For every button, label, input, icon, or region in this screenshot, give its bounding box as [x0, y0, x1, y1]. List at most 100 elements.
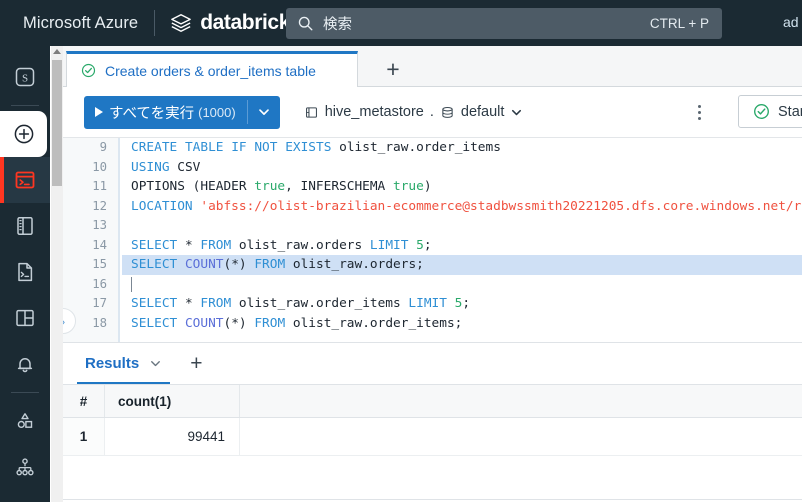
catalog-name: hive_metastore: [324, 104, 424, 120]
code-line-text: USING CSV: [122, 158, 200, 178]
code-line[interactable]: CREATE TABLE IF NOT EXISTS olist_raw.ord…: [122, 138, 802, 158]
code-token: (HEADER: [184, 179, 255, 194]
warehouse-selector-button[interactable]: Start: [738, 95, 802, 128]
code-token: COUNT: [184, 315, 224, 331]
bell-icon: [17, 358, 33, 373]
line-number: 14: [92, 237, 107, 252]
search-placeholder: 検索: [323, 17, 352, 33]
code-token: *: [231, 315, 239, 331]
code-token: LIMIT: [369, 237, 409, 253]
code-token: 'abfss://olist-brazilian-ecommerce@stadb…: [200, 198, 802, 214]
line-number: 9: [99, 140, 107, 154]
code-content[interactable]: CREATE TABLE IF NOT EXISTS olist_raw.ord…: [122, 138, 802, 342]
code-line[interactable]: SELECT COUNT(*) FROM olist_raw.orders;: [122, 255, 802, 275]
column-header-index[interactable]: #: [63, 385, 104, 417]
warehouse-label: Start: [778, 103, 802, 120]
code-token: COUNT: [184, 257, 224, 272]
more-options-button[interactable]: [688, 100, 710, 124]
code-line-text: CREATE TABLE IF NOT EXISTS olist_raw.ord…: [122, 138, 501, 158]
row-index-cell: 1: [63, 418, 104, 455]
sidebar-item-alerts[interactable]: [0, 341, 50, 387]
run-options-dropdown[interactable]: [248, 96, 280, 129]
code-line[interactable]: OPTIONS (HEADER true, INFERSCHEMA true): [122, 177, 802, 197]
workflow-tree-icon: [16, 458, 34, 476]
brand-divider: [154, 10, 156, 36]
code-line[interactable]: SELECT COUNT(*) FROM olist_raw.order_ite…: [122, 314, 802, 334]
azure-brand-label[interactable]: Microsoft Azure: [23, 14, 138, 33]
sidebar-item-workspace[interactable]: S: [0, 54, 50, 100]
code-line-text: OPTIONS (HEADER true, INFERSCHEMA true): [122, 177, 432, 197]
code-token: olist_raw.order_items;: [285, 315, 463, 331]
check-circle-icon: [81, 63, 96, 78]
code-token: 5: [416, 237, 424, 253]
code-token: ;: [462, 296, 471, 311]
database-icon: [442, 106, 453, 118]
code-token: IF: [231, 140, 247, 155]
tab-create-orders-table[interactable]: Create orders & order_items table: [66, 51, 358, 87]
code-token: true: [254, 179, 286, 194]
search-icon: [298, 16, 313, 31]
databricks-logo[interactable]: databricks: [170, 11, 302, 35]
code-token: true: [392, 179, 424, 194]
sidebar-divider-2: [11, 392, 39, 393]
code-token: , INFERSCHEMA: [285, 179, 393, 194]
line-number: 12: [92, 198, 107, 213]
chevron-down-icon[interactable]: [149, 357, 162, 370]
code-line[interactable]: [122, 216, 802, 236]
code-line[interactable]: USING CSV: [122, 158, 802, 178]
sidebar-item-sql-editor[interactable]: [0, 157, 50, 203]
sql-editor-area[interactable]: › 9101112131415161718 CREATE TABLE IF NO…: [63, 137, 802, 342]
new-tab-button[interactable]: +: [380, 56, 406, 82]
code-line[interactable]: [122, 275, 802, 295]
check-circle-icon: [754, 104, 769, 119]
search-input[interactable]: 検索 CTRL + P: [286, 8, 722, 39]
column-header-count[interactable]: count(1): [104, 385, 239, 417]
tab-results[interactable]: Results: [63, 343, 174, 385]
code-token: CREATE: [131, 140, 178, 155]
sidebar-item-history[interactable]: [0, 490, 50, 502]
results-table-header: # count(1): [63, 384, 802, 418]
code-token: olist_raw.orders: [231, 237, 370, 253]
sidebar-item-notebook[interactable]: [0, 203, 50, 249]
sidebar-item-data[interactable]: [0, 398, 50, 444]
svg-text:S: S: [22, 73, 28, 85]
code-line[interactable]: LOCATION 'abfss://olist-brazilian-ecomme…: [122, 197, 802, 217]
row-count-cell: 99441: [104, 418, 239, 455]
code-token: ): [238, 315, 255, 331]
code-token: FROM: [254, 257, 286, 272]
left-sidebar: S: [0, 46, 50, 502]
run-all-main[interactable]: すべてを実行 (1000): [84, 96, 247, 129]
code-token: LIMIT: [408, 296, 447, 311]
catalog-icon: [305, 106, 317, 118]
code-token: FROM: [254, 315, 286, 331]
code-line[interactable]: SELECT * FROM olist_raw.order_items LIMI…: [122, 294, 802, 314]
sidebar-item-new[interactable]: [0, 111, 47, 157]
sidebar-item-dashboard[interactable]: [0, 295, 50, 341]
table-row[interactable]: 1 99441: [63, 418, 802, 456]
sidebar-scrollbar[interactable]: [51, 46, 63, 502]
code-token: ;: [423, 237, 432, 253]
code-line-text: SELECT COUNT(*) FROM olist_raw.orders;: [122, 255, 424, 275]
code-token: CSV: [169, 159, 201, 175]
code-token: *: [184, 237, 193, 253]
run-all-button[interactable]: すべてを実行 (1000): [84, 95, 280, 129]
run-all-row-limit: (1000): [198, 104, 236, 120]
scroll-up-arrow-icon[interactable]: [53, 49, 61, 54]
chevron-down-icon: [258, 109, 269, 115]
row-filler-cell: [239, 418, 802, 455]
code-line[interactable]: SELECT * FROM olist_raw.orders LIMIT 5;: [122, 236, 802, 256]
plus-circle-icon: [14, 124, 33, 144]
sidebar-item-query-file[interactable]: [0, 249, 50, 295]
scrollbar-thumb[interactable]: [52, 60, 62, 186]
chevron-down-icon[interactable]: [510, 106, 523, 119]
catalog-schema-selector[interactable]: hive_metastore . default: [304, 104, 524, 120]
add-result-tab-button[interactable]: +: [190, 353, 202, 374]
sidebar-item-workflows[interactable]: [0, 444, 50, 490]
account-label[interactable]: ad: [783, 14, 799, 30]
code-token: olist_raw.order_items: [331, 140, 501, 155]
